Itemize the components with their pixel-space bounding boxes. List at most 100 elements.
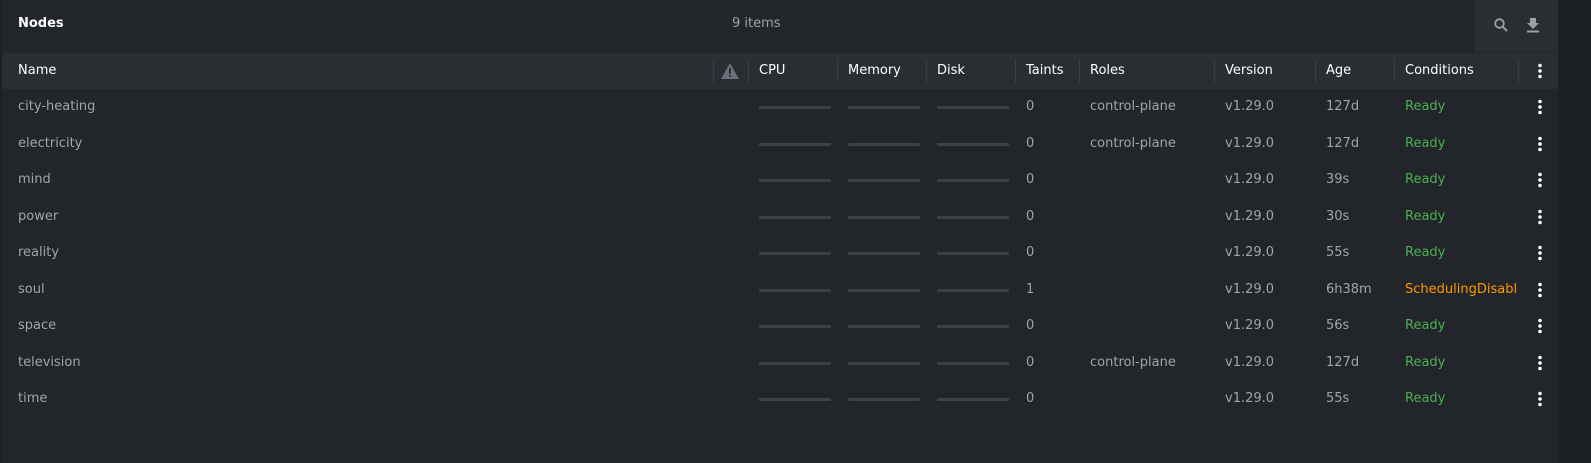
column-header-conditions[interactable]: Conditions xyxy=(1405,53,1474,89)
table-row[interactable]: space 0 v1.29.0 56s Ready xyxy=(2,308,1558,344)
memory-usage-bar xyxy=(848,289,920,292)
cpu-usage-bar xyxy=(759,398,831,401)
column-header-warnings[interactable] xyxy=(720,53,740,89)
table-row[interactable]: time 0 v1.29.0 55s Ready xyxy=(2,381,1558,417)
column-header-version[interactable]: Version xyxy=(1225,53,1273,89)
column-divider xyxy=(748,59,749,83)
more-vertical-icon xyxy=(1538,245,1542,261)
column-divider xyxy=(837,59,838,83)
node-name: reality xyxy=(18,245,60,260)
memory-usage-bar xyxy=(848,216,920,219)
page-title: Nodes xyxy=(18,16,64,31)
disk-usage-bar xyxy=(937,362,1009,365)
node-age: 127d xyxy=(1326,99,1360,114)
node-roles xyxy=(1090,235,1210,271)
disk-usage-bar xyxy=(937,325,1009,328)
table-row[interactable]: television 0 control-plane v1.29.0 127d Ready xyxy=(2,345,1558,381)
columns-menu-button[interactable] xyxy=(1531,62,1549,80)
disk-usage-bar xyxy=(937,398,1009,401)
table-row[interactable]: city-heating 0 control-plane v1.29.0 127d Rea… xyxy=(2,89,1558,125)
scroll-gutter xyxy=(1558,0,1591,463)
toolbar xyxy=(1474,0,1558,52)
more-vertical-icon xyxy=(1538,318,1542,334)
panel-header: Nodes 9 items xyxy=(2,0,1558,52)
memory-usage-bar xyxy=(848,325,920,328)
table-row[interactable]: reality 0 v1.29.0 55s Ready xyxy=(2,235,1558,271)
memory-usage-bar xyxy=(848,362,920,365)
node-roles xyxy=(1090,199,1210,235)
column-divider xyxy=(1394,59,1395,83)
column-header-cpu[interactable]: CPU xyxy=(759,53,785,89)
node-age: 127d xyxy=(1326,355,1360,370)
node-version: v1.29.0 xyxy=(1225,282,1275,297)
node-taints: 1 xyxy=(1026,282,1035,297)
node-version: v1.29.0 xyxy=(1225,136,1275,151)
table-row[interactable]: soul 1 v1.29.0 6h38m SchedulingDisabled xyxy=(2,272,1558,308)
node-age: 6h38m xyxy=(1326,282,1372,297)
node-age: 55s xyxy=(1326,245,1350,260)
download-button[interactable] xyxy=(1522,14,1544,36)
memory-usage-bar xyxy=(848,179,920,182)
column-divider xyxy=(926,59,927,83)
node-taints: 0 xyxy=(1026,172,1035,187)
disk-usage-bar xyxy=(937,289,1009,292)
more-vertical-icon xyxy=(1538,63,1542,79)
node-taints: 0 xyxy=(1026,99,1035,114)
table-row[interactable]: electricity 0 control-plane v1.29.0 127d Read… xyxy=(2,126,1558,162)
row-menu-button[interactable] xyxy=(1531,317,1549,335)
node-name: city-heating xyxy=(18,99,96,114)
row-menu-button[interactable] xyxy=(1531,390,1549,408)
node-roles: control-plane xyxy=(1090,136,1176,151)
column-header-memory[interactable]: Memory xyxy=(848,53,901,89)
node-age: 39s xyxy=(1326,172,1350,187)
row-menu-button[interactable] xyxy=(1531,208,1549,226)
node-condition: Ready xyxy=(1405,355,1446,370)
column-header-disk[interactable]: Disk xyxy=(937,53,965,89)
nodes-panel: Nodes 9 items Name CPU Memory Disk Taint… xyxy=(2,0,1558,463)
disk-usage-bar xyxy=(937,143,1009,146)
node-taints: 0 xyxy=(1026,209,1035,224)
row-menu-button[interactable] xyxy=(1531,244,1549,262)
node-name: soul xyxy=(18,282,45,297)
node-roles xyxy=(1090,308,1210,344)
node-taints: 0 xyxy=(1026,245,1035,260)
item-count: 9 items xyxy=(732,16,781,31)
cpu-usage-bar xyxy=(759,106,831,109)
row-menu-button[interactable] xyxy=(1531,171,1549,189)
row-menu-button[interactable] xyxy=(1531,135,1549,153)
row-menu-button[interactable] xyxy=(1531,354,1549,372)
disk-usage-bar xyxy=(937,106,1009,109)
disk-usage-bar xyxy=(937,216,1009,219)
node-version: v1.29.0 xyxy=(1225,172,1275,187)
column-divider xyxy=(1315,59,1316,83)
column-header-name[interactable]: Name xyxy=(18,53,56,89)
column-header-taints[interactable]: Taints xyxy=(1026,53,1063,89)
row-menu-button[interactable] xyxy=(1531,281,1549,299)
download-icon xyxy=(1527,18,1539,33)
warning-icon xyxy=(721,63,739,79)
row-menu-button[interactable] xyxy=(1531,98,1549,116)
more-vertical-icon xyxy=(1538,282,1542,298)
node-name: electricity xyxy=(18,136,83,151)
node-name: power xyxy=(18,209,59,224)
node-age: 127d xyxy=(1326,136,1360,151)
table-row[interactable]: mind 0 v1.29.0 39s Ready xyxy=(2,162,1558,198)
column-header-age[interactable]: Age xyxy=(1326,53,1351,89)
more-vertical-icon xyxy=(1538,209,1542,225)
search-button[interactable] xyxy=(1490,14,1512,36)
node-age: 30s xyxy=(1326,209,1350,224)
node-taints: 0 xyxy=(1026,391,1035,406)
cpu-usage-bar xyxy=(759,289,831,292)
column-header-roles[interactable]: Roles xyxy=(1090,53,1125,89)
node-version: v1.29.0 xyxy=(1225,99,1275,114)
table-row[interactable]: power 0 v1.29.0 30s Ready xyxy=(2,199,1558,235)
node-roles: control-plane xyxy=(1090,355,1176,370)
memory-usage-bar xyxy=(848,252,920,255)
more-vertical-icon xyxy=(1538,136,1542,152)
node-roles xyxy=(1090,381,1210,417)
disk-usage-bar xyxy=(937,179,1009,182)
node-name: mind xyxy=(18,172,51,187)
column-divider xyxy=(1214,59,1215,83)
node-age: 55s xyxy=(1326,391,1350,406)
cpu-usage-bar xyxy=(759,216,831,219)
